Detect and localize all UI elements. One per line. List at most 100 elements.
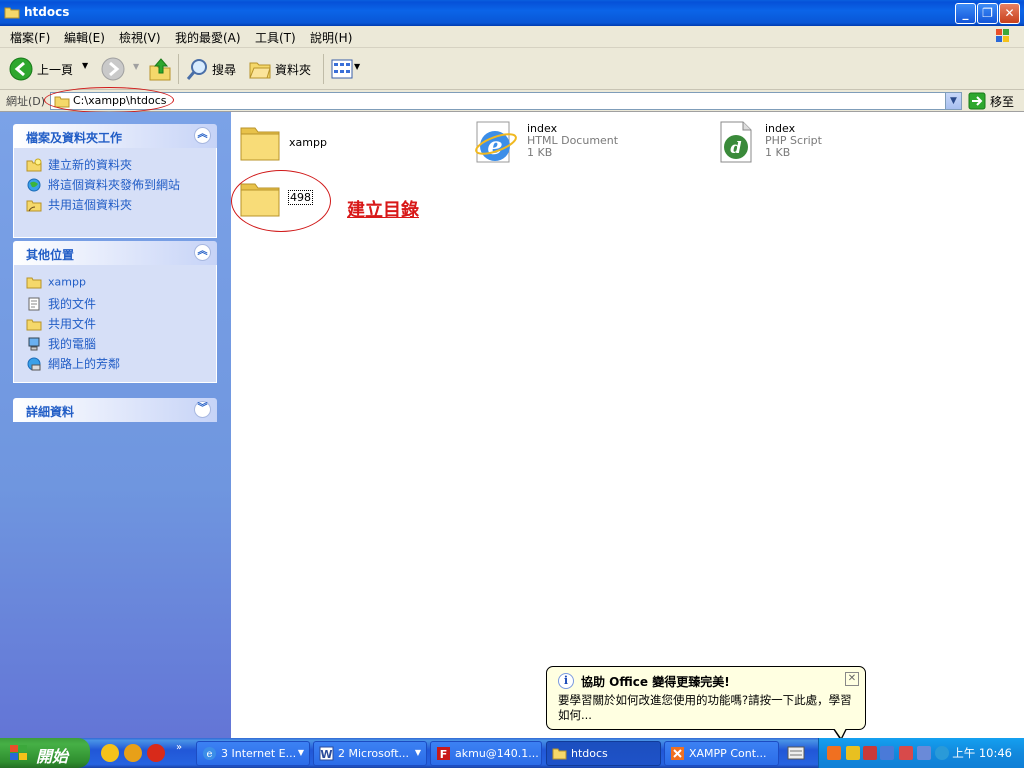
system-tray: 上午 10:46 bbox=[818, 738, 1024, 768]
keyboard-icon[interactable] bbox=[787, 746, 805, 760]
expand-icon[interactable]: ︾ bbox=[194, 401, 211, 418]
panel-header[interactable]: 其他位置 ︽ bbox=[13, 241, 217, 265]
file-size: 1 KB bbox=[527, 146, 553, 159]
maximize-button[interactable]: ❐ bbox=[977, 3, 998, 24]
go-button[interactable]: 移至 bbox=[966, 91, 1022, 111]
close-button[interactable]: ✕ bbox=[999, 3, 1020, 24]
tray-icon-2[interactable] bbox=[846, 746, 860, 760]
menu-tools[interactable]: 工具(T) bbox=[255, 29, 296, 46]
documents-icon bbox=[28, 297, 40, 310]
svg-text:W: W bbox=[320, 748, 332, 761]
folders-label: 資料夾 bbox=[275, 63, 312, 77]
menu-help[interactable]: 說明(H) bbox=[310, 29, 352, 46]
taskbar-button-word[interactable]: W 2 Microsoft... ▼ bbox=[313, 741, 427, 766]
folder-icon bbox=[26, 319, 42, 330]
windows-logo-icon bbox=[996, 29, 1009, 42]
place-my-computer[interactable]: 我的電腦 bbox=[26, 335, 96, 352]
start-label: 開始 bbox=[36, 747, 69, 766]
task-share-folder[interactable]: 共用這個資料夾 bbox=[26, 196, 132, 213]
svg-text:e: e bbox=[207, 749, 213, 760]
xampp-tray-icon[interactable] bbox=[827, 746, 841, 760]
task-pane: 檔案及資料夾工作 ︽ 建立新的資料夾 將這個資料夾發佈到網站 共用這個資料夾 其… bbox=[0, 112, 231, 738]
other-places-panel: 其他位置 ︽ xampp 我的文件 共用文件 我的電腦 網路上的芳鄰 bbox=[13, 241, 217, 383]
forward-dropdown-icon[interactable]: ▼ bbox=[133, 62, 139, 71]
file-item-index-php[interactable]: d index PHP Script 1 KB bbox=[717, 120, 917, 168]
file-item-xampp[interactable]: xampp bbox=[239, 120, 439, 168]
search-button[interactable]: 搜尋 bbox=[184, 55, 244, 83]
notification-balloon[interactable]: i 協助 Office 變得更臻完美! ✕ 要學習關於如何改進您使用的功能嗎?請… bbox=[546, 666, 866, 741]
filezilla-icon: F bbox=[437, 747, 450, 761]
go-label: 移至 bbox=[990, 95, 1015, 109]
xampp-icon bbox=[671, 747, 684, 760]
clock[interactable]: 上午 10:46 bbox=[952, 745, 1012, 761]
tray-icon-5[interactable] bbox=[899, 746, 913, 760]
views-dropdown-icon: ▼ bbox=[354, 62, 361, 71]
tray-icon-6[interactable] bbox=[917, 746, 931, 760]
network-tray-icon[interactable] bbox=[880, 746, 894, 760]
views-button[interactable]: ▼ bbox=[329, 57, 363, 81]
minimize-button[interactable]: _ bbox=[955, 3, 976, 24]
new-folder-icon bbox=[26, 158, 42, 171]
folder-icon bbox=[26, 277, 42, 289]
file-folder-tasks-panel: 檔案及資料夾工作 ︽ 建立新的資料夾 將這個資料夾發佈到網站 共用這個資料夾 bbox=[13, 124, 217, 238]
panel-header[interactable]: 詳細資料 ︾ bbox=[13, 398, 217, 422]
up-folder-button[interactable] bbox=[148, 56, 172, 82]
back-dropdown-icon[interactable]: ▼ bbox=[82, 61, 88, 70]
folders-icon bbox=[249, 62, 271, 79]
taskbar-button-ie[interactable]: e 3 Internet E... ▼ bbox=[196, 741, 310, 766]
windows-logo-icon bbox=[10, 745, 27, 760]
panel-header[interactable]: 檔案及資料夾工作 ︽ bbox=[13, 124, 217, 148]
forward-button[interactable] bbox=[101, 57, 125, 81]
annotation-text: 建立目錄 bbox=[347, 200, 419, 221]
task-new-folder[interactable]: 建立新的資料夾 bbox=[26, 156, 132, 173]
address-dropdown-icon[interactable]: ▼ bbox=[945, 93, 961, 109]
back-button[interactable]: 上一頁 ▼ bbox=[6, 55, 96, 83]
menu-favorites[interactable]: 我的最愛(A) bbox=[175, 29, 241, 46]
window-title: htdocs bbox=[24, 5, 70, 19]
quicklaunch-more-icon[interactable]: » bbox=[176, 742, 182, 753]
file-item-index-html[interactable]: e index HTML Document 1 KB bbox=[473, 120, 673, 168]
title-bar[interactable]: htdocs _ ❐ ✕ bbox=[0, 0, 1024, 26]
menu-edit[interactable]: 編輯(E) bbox=[64, 29, 105, 46]
file-name: xampp bbox=[289, 136, 327, 149]
panel-title: 其他位置 bbox=[26, 248, 75, 262]
back-label: 上一頁 bbox=[37, 63, 74, 77]
balloon-title: 協助 Office 變得更臻完美! bbox=[581, 675, 730, 689]
close-icon[interactable]: ✕ bbox=[845, 672, 859, 686]
network-icon bbox=[27, 357, 41, 370]
views-icon bbox=[331, 59, 353, 79]
taskbar-button-htdocs[interactable]: htdocs bbox=[546, 741, 661, 766]
collapse-icon[interactable]: ︽ bbox=[194, 244, 211, 261]
menu-bar: 檔案(F) 編輯(E) 檢視(V) 我的最愛(A) 工具(T) 說明(H) bbox=[0, 26, 1024, 48]
task-publish-folder[interactable]: 將這個資料夾發佈到網站 bbox=[26, 176, 180, 193]
address-input[interactable]: C:\xampp\htdocs ▼ bbox=[50, 92, 962, 110]
place-my-documents[interactable]: 我的文件 bbox=[26, 295, 96, 312]
word-icon: W bbox=[319, 746, 334, 761]
menu-file[interactable]: 檔案(F) bbox=[10, 29, 50, 46]
annotation-ellipse-address bbox=[44, 87, 174, 113]
collapse-icon[interactable]: ︽ bbox=[194, 127, 211, 144]
start-button[interactable]: 開始 bbox=[0, 738, 90, 768]
quicklaunch-icon-1[interactable] bbox=[101, 744, 119, 762]
folders-button[interactable]: 資料夾 bbox=[246, 55, 318, 83]
file-size: 1 KB bbox=[765, 146, 791, 159]
taskbar-button-filezilla[interactable]: F akmu@140.1... bbox=[430, 741, 542, 766]
annotation-ellipse-folder bbox=[231, 170, 331, 232]
menu-view[interactable]: 檢視(V) bbox=[119, 29, 161, 46]
folder-icon bbox=[552, 748, 567, 760]
address-bar: 網址(D) C:\xampp\htdocs ▼ 移至 bbox=[0, 87, 1024, 113]
tray-icon-7[interactable] bbox=[935, 746, 949, 760]
svg-text:d: d bbox=[730, 138, 741, 157]
place-xampp[interactable]: xampp bbox=[26, 275, 86, 289]
search-label: 搜尋 bbox=[212, 63, 237, 77]
quicklaunch-icon-3[interactable] bbox=[147, 744, 165, 762]
computer-icon bbox=[28, 337, 40, 350]
quicklaunch-icon-2[interactable] bbox=[124, 744, 142, 762]
taskbar-button-xampp[interactable]: XAMPP Cont... bbox=[664, 741, 779, 766]
panel-title: 詳細資料 bbox=[26, 405, 75, 419]
place-shared-documents[interactable]: 共用文件 bbox=[26, 315, 96, 332]
place-network[interactable]: 網路上的芳鄰 bbox=[26, 355, 120, 372]
folder-icon bbox=[240, 127, 280, 161]
panel-title: 檔案及資料夾工作 bbox=[26, 131, 123, 145]
tray-icon-3[interactable] bbox=[863, 746, 877, 760]
